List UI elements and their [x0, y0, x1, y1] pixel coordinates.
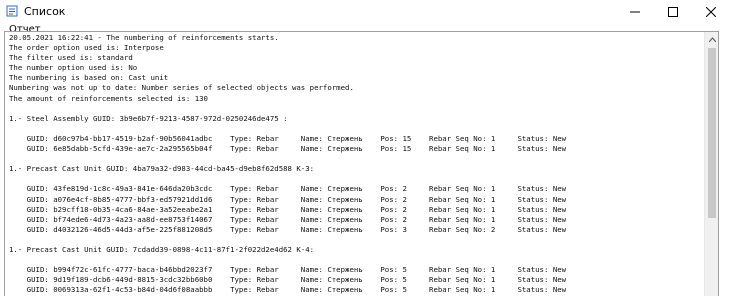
- close-button[interactable]: [692, 0, 730, 22]
- maximize-icon: [668, 2, 678, 21]
- report-rebar-line: GUID: 0069313a-62f1-4c53-b84d-04d6f08aab…: [9, 285, 567, 295]
- report-rebar-line: GUID: 9d19f189-dcb6-449d-8815-3cdc32bb60…: [9, 275, 567, 285]
- list-window-icon: [6, 5, 18, 17]
- report-rebar-line: GUID: 6e85dabb-5cfd-439e-ae7c-2a295565b0…: [9, 144, 567, 154]
- vertical-scrollbar[interactable]: [704, 32, 718, 296]
- window-title: Список: [24, 4, 66, 18]
- report-line: The filter used is: standard: [9, 53, 133, 63]
- report-line: [9, 154, 718, 164]
- report-rebar-line: GUID: d4032126-46d5-44d3-af5e-225f881208…: [9, 224, 567, 234]
- report-line: [9, 174, 718, 184]
- report-log: 20.05.2021 16:22:41 - The numbering of r…: [5, 32, 718, 295]
- report-line: [9, 124, 718, 134]
- report-line: The numbering is based on: Cast unit: [9, 73, 169, 83]
- report-rebar-line: GUID: d60c97b4-bb17-4519-b2af-90b56041ad…: [9, 133, 567, 143]
- close-icon: [705, 2, 717, 21]
- list-window: Список Отчет 20.05.2021 16:22:41 - The n…: [0, 0, 730, 296]
- report-line: 1.- Precast Cast Unit GUID: 7cdadd39-089…: [9, 244, 315, 254]
- maximize-button[interactable]: [654, 0, 692, 22]
- report-line: Numbering was not up to date: Number ser…: [9, 83, 354, 93]
- report-line: [9, 235, 718, 245]
- report-rebar-line: GUID: b994f72c-61fc-4777-baca-b46bbd2023…: [9, 265, 567, 275]
- report-line: The order option used is: Interpose: [9, 43, 164, 53]
- scrollbar-thumb[interactable]: [708, 48, 716, 218]
- report-text-area[interactable]: 20.05.2021 16:22:41 - The numbering of r…: [4, 31, 719, 296]
- minimize-icon: [630, 2, 640, 21]
- report-rebar-line: GUID: 43fe819d-1c8c-49a3-841e-646da20b3c…: [9, 184, 567, 194]
- report-line: 20.05.2021 16:22:41 - The numbering of r…: [9, 33, 279, 42]
- minimize-button[interactable]: [616, 0, 654, 22]
- report-rebar-line: GUID: b29cff18-0b35-4ca6-84ae-3a52eeabe2…: [9, 204, 567, 214]
- window-controls: [616, 0, 730, 22]
- report-line: 1.- Precast Cast Unit GUID: 4ba79a32-d98…: [9, 164, 315, 174]
- report-line: The number option used is: No: [9, 63, 138, 73]
- report-line: The amount of reinforcements selected is…: [9, 93, 208, 103]
- report-line: 1.- Steel Assembly GUID: 3b9e6b7f-9213-4…: [9, 113, 288, 123]
- report-line: [9, 255, 718, 265]
- report-rebar-line: GUID: a076e4cf-8b85-4777-bbf3-ed57921dd1…: [9, 194, 567, 204]
- report-line: [9, 104, 718, 114]
- scroll-up-arrow-icon[interactable]: [705, 32, 718, 46]
- title-bar[interactable]: Список: [0, 0, 730, 22]
- report-rebar-line: GUID: bf74ede6-4d73-4a23-aa8d-ee8753f140…: [9, 214, 567, 224]
